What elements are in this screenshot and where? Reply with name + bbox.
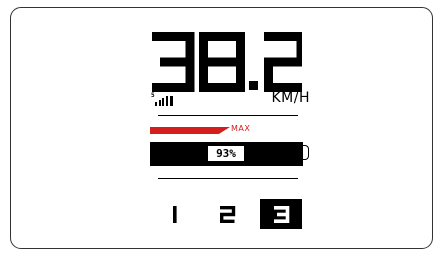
assist-level-3[interactable] bbox=[260, 199, 302, 229]
assist-digit-2 bbox=[219, 205, 236, 223]
signal-strength-icon: 5 bbox=[151, 93, 181, 106]
signal-bar-5 bbox=[170, 96, 173, 106]
divider-top bbox=[158, 115, 298, 116]
signal-bar-4 bbox=[165, 96, 168, 106]
speed-value bbox=[152, 32, 302, 92]
signal-bar-2 bbox=[158, 100, 161, 106]
speed-digit-8 bbox=[199, 32, 245, 92]
battery-percent: 93% bbox=[208, 146, 244, 161]
signal-bar-1 bbox=[155, 102, 158, 106]
speed-unit: KM/H bbox=[271, 90, 310, 106]
divider-bottom bbox=[158, 178, 298, 179]
assist-digit-3 bbox=[274, 206, 290, 224]
assist-digit-1 bbox=[173, 206, 177, 223]
speed-digit-2 bbox=[264, 32, 302, 92]
assist-level-1[interactable] bbox=[167, 199, 183, 229]
power-level-bar bbox=[150, 127, 230, 134]
speed-digit-3 bbox=[152, 32, 195, 92]
battery-terminal bbox=[303, 145, 309, 160]
assist-level-2[interactable] bbox=[217, 199, 237, 229]
power-max-label: MAX bbox=[231, 124, 251, 133]
speed-decimal-point bbox=[249, 81, 258, 90]
signal-label: 5 bbox=[151, 92, 155, 99]
signal-bar-3 bbox=[162, 98, 165, 106]
